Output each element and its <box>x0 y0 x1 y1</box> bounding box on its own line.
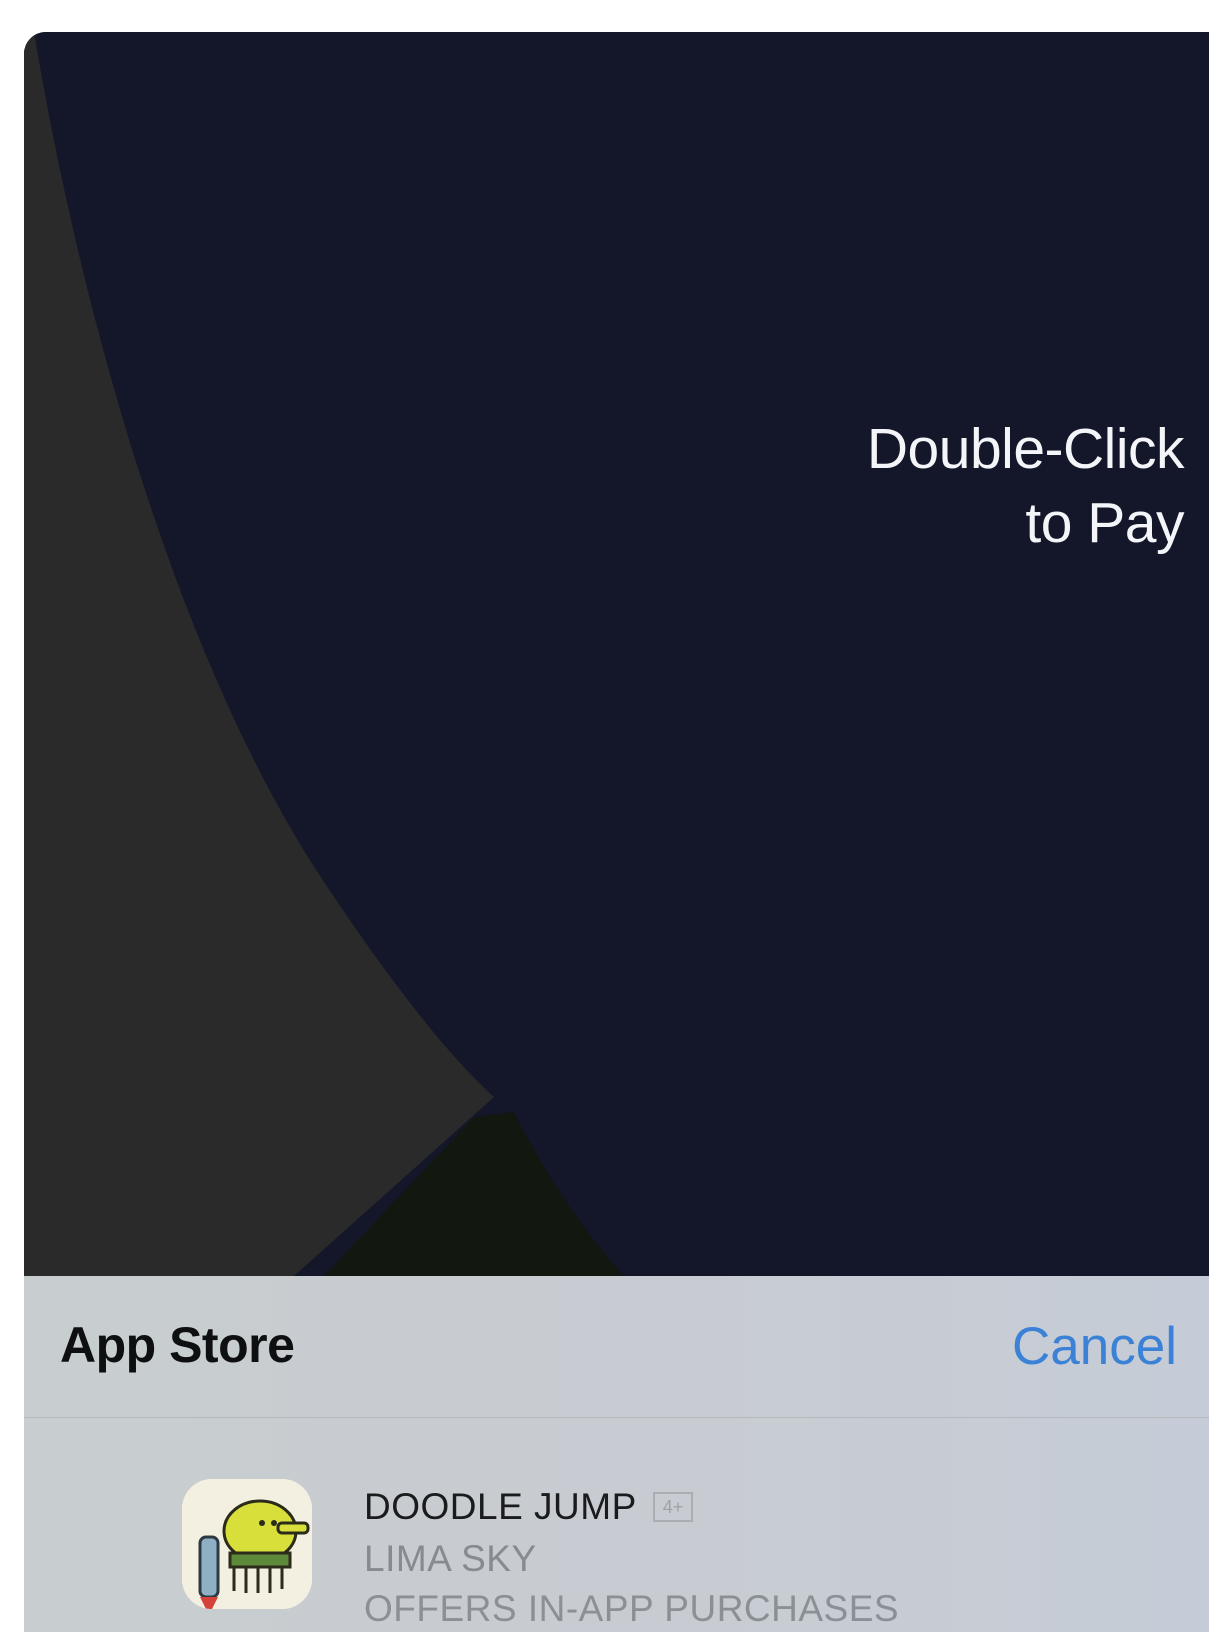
app-name: DOODLE JUMP <box>364 1486 637 1527</box>
pay-prompt-line-1: Double-Click <box>866 417 1185 481</box>
payment-sheet-header: App Store Cancel <box>24 1276 1209 1418</box>
cancel-button[interactable]: Cancel <box>1012 1316 1177 1377</box>
wallpaper <box>24 32 1209 1276</box>
app-name-row: DOODLE JUMP 4+ <box>364 1486 694 1528</box>
double-click-to-pay-prompt: Double-Click to Pay <box>866 412 1185 560</box>
sheet-title: App Store <box>60 1317 295 1373</box>
app-developer: LIMA SKY <box>364 1538 537 1579</box>
pay-prompt-line-2: to Pay <box>1025 491 1184 555</box>
payment-sheet: App Store Cancel DOODLE JUMP 4+ LIMA SKY… <box>24 1276 1209 1632</box>
age-rating-badge: 4+ <box>652 1492 694 1522</box>
device-screen: Double-Click to Pay App Store Cancel DOO… <box>24 32 1209 1632</box>
in-app-purchases-note: OFFERS IN-APP PURCHASES <box>364 1588 900 1629</box>
